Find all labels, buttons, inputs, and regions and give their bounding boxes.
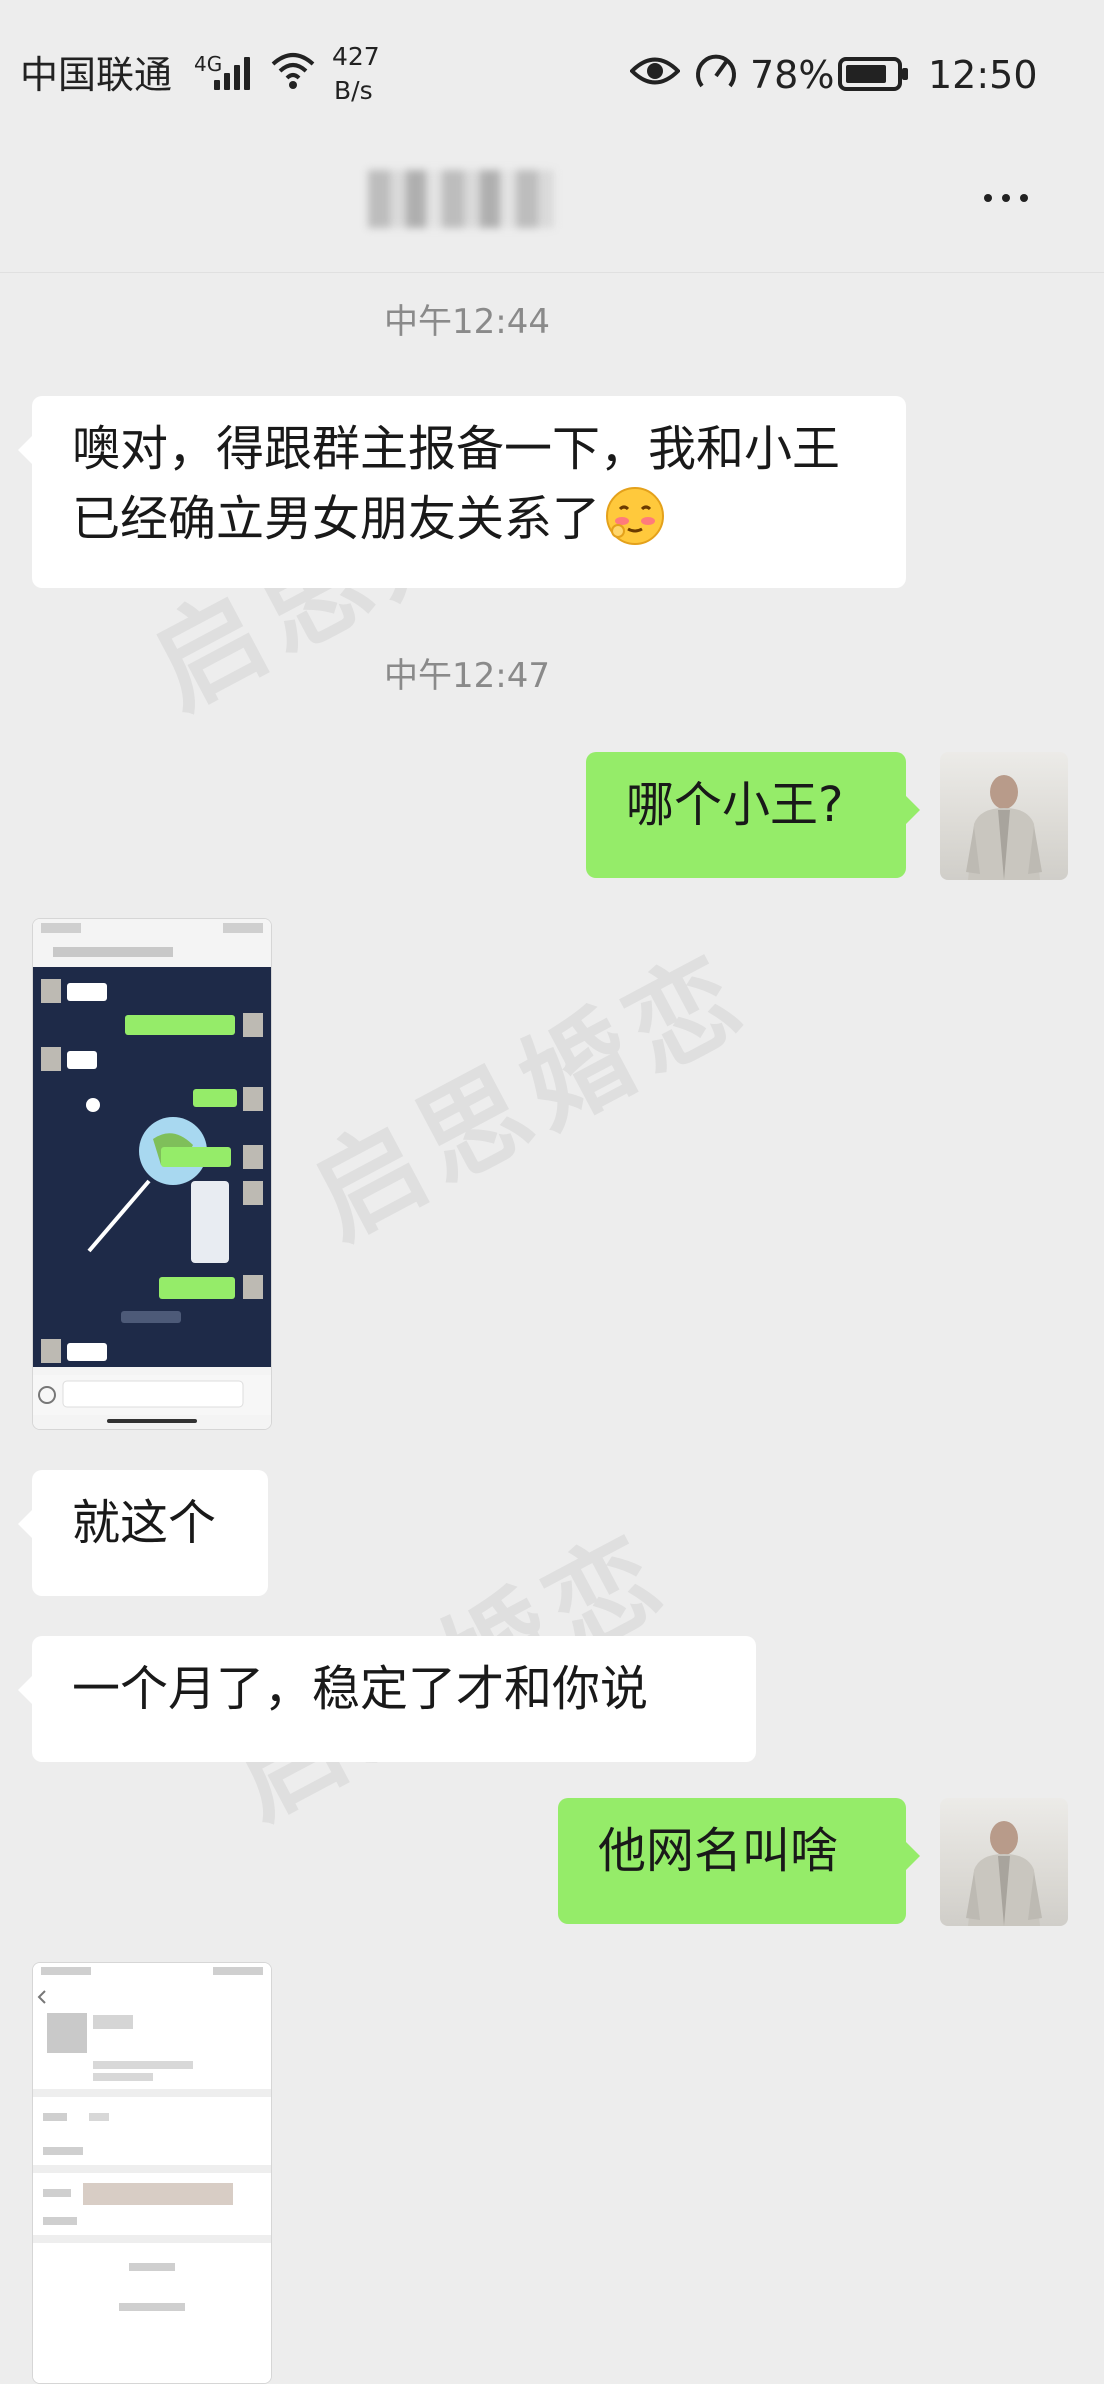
speedometer-icon — [694, 50, 738, 94]
message-text: 哪个小王? — [626, 777, 844, 833]
message-timestamp: 中午12:47 — [384, 656, 550, 696]
carrier-name: 中国联通 — [20, 53, 173, 97]
shy-face-emoji-icon — [604, 485, 666, 547]
signal-strength-icon — [214, 56, 250, 90]
received-message-bubble[interactable]: 就这个 — [18, 1470, 268, 1596]
battery-icon — [838, 56, 910, 92]
user-avatar[interactable] — [940, 1798, 1068, 1926]
received-image-chat-screenshot[interactable] — [32, 918, 272, 1430]
watermark: 启思婚恋 — [292, 930, 769, 1263]
status-bar: 中国联通 4G 427 B/s 78% 12:50 — [0, 0, 1104, 150]
more-options-icon[interactable] — [984, 194, 1028, 202]
clock-time: 12:50 — [928, 53, 1038, 97]
chat-title-blurred — [368, 170, 554, 228]
sent-message-bubble[interactable]: 哪个小王? — [586, 752, 920, 878]
received-message-bubble[interactable]: 一个月了，稳定了才和你说 — [18, 1636, 756, 1762]
battery-percent: 78% — [750, 53, 835, 97]
network-speed-unit: B/s — [334, 76, 373, 105]
message-text: 一个月了，稳定了才和你说 — [72, 1661, 649, 1717]
message-text: 就这个 — [72, 1495, 217, 1551]
eye-icon — [629, 54, 681, 88]
message-timestamp: 中午12:44 — [384, 302, 550, 342]
message-text: 噢对，得跟群主报备一下，我和小王已经确立男女朋友关系了 — [72, 421, 841, 547]
sent-message-bubble[interactable]: 他网名叫啥 — [558, 1798, 920, 1924]
received-image-profile-screenshot[interactable] — [32, 1962, 272, 2384]
user-avatar[interactable] — [940, 752, 1068, 880]
message-text: 他网名叫啥 — [598, 1823, 839, 1879]
network-speed-value: 427 — [332, 42, 380, 71]
wifi-icon — [270, 50, 316, 90]
received-message-bubble[interactable]: 噢对，得跟群主报备一下，我和小王已经确立男女朋友关系了 — [18, 396, 906, 588]
